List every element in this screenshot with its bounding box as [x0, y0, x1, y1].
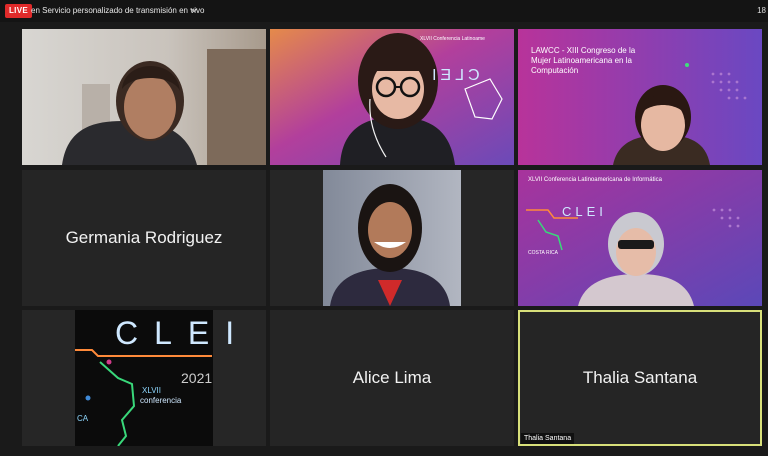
participant-name-label: Thalia Santana [521, 433, 575, 444]
participant-name: Alice Lima [352, 368, 432, 387]
clei-logo-text: CLEI [562, 204, 607, 219]
participant-video [22, 29, 266, 165]
participant-name: Germania Rodriguez [65, 228, 223, 247]
slide-lawcc-title: LAWCC - XIII Congreso de la Mujer Latino… [531, 46, 636, 75]
video-tile-participant-photo[interactable] [270, 170, 514, 306]
participant-video [270, 29, 514, 165]
clei-xlvii: XLVII [142, 386, 161, 395]
video-tile-thalia-santana[interactable]: Thalia Santana Thalia Santana [518, 310, 762, 446]
video-tile-germania-rodriguez[interactable]: Germania Rodriguez [22, 170, 266, 306]
video-tile-participant-1[interactable] [22, 29, 266, 165]
participant-video [518, 170, 762, 306]
clei-ca: CA [77, 414, 89, 423]
video-tile-participant-3[interactable]: LAWCC - XIII Congreso de la Mujer Latino… [518, 29, 762, 165]
participant-video [270, 170, 514, 306]
video-tile-participant-2[interactable]: XLVII Conferencia Latinoame CLEI [270, 29, 514, 165]
video-tile-alice-lima[interactable]: Alice Lima [270, 310, 514, 446]
clei-year: 2021 [181, 370, 213, 386]
participant-name: Thalia Santana [582, 368, 698, 387]
live-stream-service-label[interactable]: en Servicio personalizado de transmisión… [31, 5, 204, 17]
clei-conferencia: conferencia [140, 396, 182, 405]
live-badge[interactable]: LIVE [5, 4, 32, 18]
slide-xlvii-title: XLVII Conferencia Latinoamericana de Inf… [528, 177, 662, 183]
clei-logo-text: CLEI [428, 67, 480, 84]
video-tile-clei-logo[interactable]: CLEI 2021 XLVII conferencia CA [22, 310, 266, 446]
slide-mirrored-text: XLVII Conferencia Latinoame [420, 36, 485, 42]
video-tile-participant-4[interactable]: XLVII Conferencia Latinoamericana de Inf… [518, 170, 762, 306]
clock: 18 [757, 6, 766, 15]
slide-costa-rica: COSTA RICA [528, 250, 558, 256]
top-bar: LIVE en Servicio personalizado de transm… [0, 0, 768, 22]
clei-logo-text: CLEI [115, 315, 251, 351]
chevron-down-icon[interactable] [190, 6, 198, 14]
